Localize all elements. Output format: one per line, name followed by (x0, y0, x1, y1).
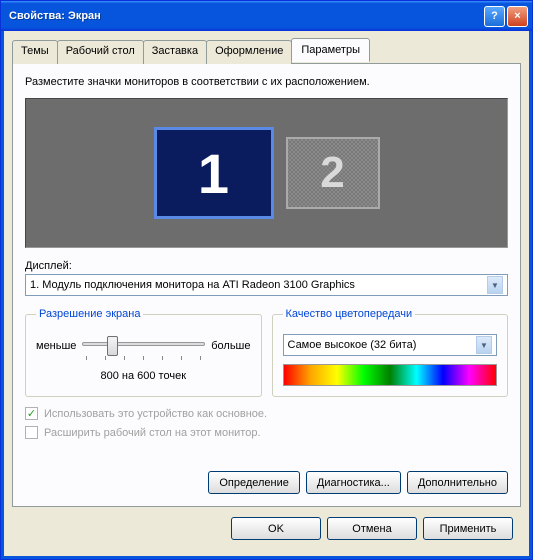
tab-appearance[interactable]: Оформление (206, 40, 292, 64)
dialog-footer: OK Отмена Применить (12, 507, 521, 548)
tab-desktop[interactable]: Рабочий стол (57, 40, 144, 64)
close-icon: × (514, 10, 520, 22)
tab-screensaver[interactable]: Заставка (143, 40, 207, 64)
extend-desktop-checkbox-row: Расширить рабочий стол на этот монитор. (25, 426, 508, 439)
cancel-button[interactable]: Отмена (327, 517, 417, 540)
slider-thumb[interactable] (107, 336, 118, 356)
resolution-legend: Разрешение экрана (36, 308, 143, 320)
resolution-value: 800 на 600 точек (36, 370, 251, 382)
tab-strip: Темы Рабочий стол Заставка Оформление Па… (12, 40, 521, 64)
primary-device-checkbox: ✓ (25, 407, 38, 420)
extend-desktop-checkbox (25, 426, 38, 439)
titlebar[interactable]: Свойства: Экран ? × (1, 1, 532, 31)
slider-groove (82, 342, 205, 346)
slider-ticks (82, 356, 205, 360)
display-dropdown[interactable]: 1. Модуль подключения монитора на ATI Ra… (25, 274, 508, 296)
color-quality-value: Самое высокое (32 бита) (288, 339, 477, 351)
identify-button[interactable]: Определение (208, 471, 300, 494)
advanced-button[interactable]: Дополнительно (407, 471, 508, 494)
display-dropdown-value: 1. Модуль подключения монитора на ATI Ra… (30, 279, 487, 291)
display-properties-window: Свойства: Экран ? × Темы Рабочий стол За… (0, 0, 533, 560)
window-title: Свойства: Экран (9, 10, 484, 22)
monitor-2[interactable]: 2 (286, 137, 380, 209)
color-quality-dropdown[interactable]: Самое высокое (32 бита) ▼ (283, 334, 498, 356)
chevron-down-icon: ▼ (487, 276, 503, 294)
resolution-slider[interactable] (82, 334, 205, 358)
color-legend: Качество цветопередачи (283, 308, 416, 320)
help-button[interactable]: ? (484, 6, 505, 27)
troubleshoot-button[interactable]: Диагностика... (306, 471, 401, 494)
tab-settings[interactable]: Параметры (291, 38, 370, 62)
monitor-1[interactable]: 1 (154, 127, 274, 219)
resolution-group: Разрешение экрана меньше больше 800 на 6… (25, 308, 262, 397)
ok-button[interactable]: OK (231, 517, 321, 540)
slider-more-label: больше (211, 340, 250, 352)
window-body: Темы Рабочий стол Заставка Оформление Па… (1, 31, 532, 559)
tab-content: Разместите значки мониторов в соответств… (12, 63, 521, 507)
question-icon: ? (491, 10, 498, 22)
extend-desktop-label: Расширить рабочий стол на этот монитор. (44, 427, 261, 439)
color-spectrum-bar (283, 364, 498, 386)
monitor-arrangement-area[interactable]: 1 2 (25, 98, 508, 248)
display-label: Дисплей: (25, 260, 508, 272)
apply-button[interactable]: Применить (423, 517, 513, 540)
color-quality-group: Качество цветопередачи Самое высокое (32… (272, 308, 509, 397)
chevron-down-icon: ▼ (476, 336, 492, 354)
primary-device-checkbox-row: ✓ Использовать это устройство как основн… (25, 407, 508, 420)
instruction-text: Разместите значки мониторов в соответств… (25, 76, 508, 88)
close-button[interactable]: × (507, 6, 528, 27)
tab-themes[interactable]: Темы (12, 40, 58, 64)
primary-device-label: Использовать это устройство как основное… (44, 408, 267, 420)
check-icon: ✓ (27, 407, 36, 420)
slider-less-label: меньше (36, 340, 76, 352)
